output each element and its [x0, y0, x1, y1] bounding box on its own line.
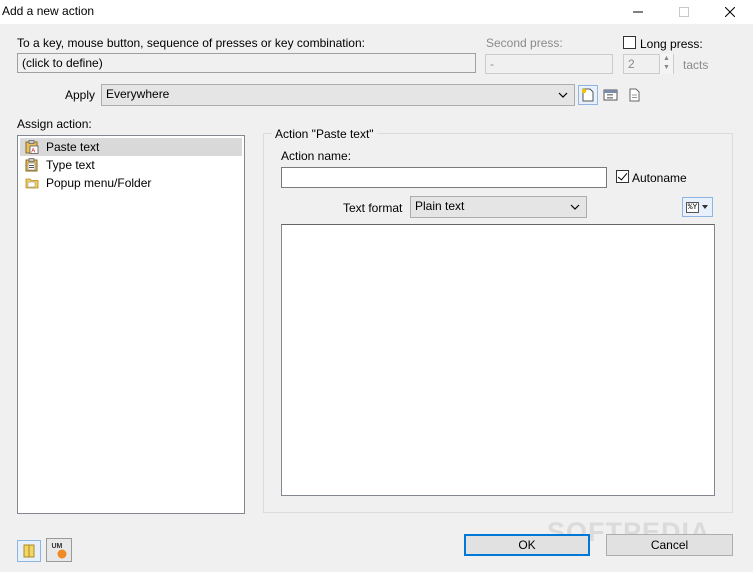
- dropdown-arrow-icon: [702, 204, 709, 209]
- list-item-type-text[interactable]: Type text: [20, 156, 242, 174]
- new-document-icon: [581, 88, 594, 102]
- list-item-label: Paste text: [46, 140, 100, 154]
- minimize-button[interactable]: [615, 0, 661, 24]
- close-icon: [725, 7, 735, 17]
- assign-action-label: Assign action:: [17, 117, 92, 131]
- paste-text-area[interactable]: [281, 224, 715, 496]
- action-name-label: Action name:: [281, 149, 352, 163]
- trigger-define-field[interactable]: (click to define): [17, 53, 476, 73]
- window-properties-icon: [603, 89, 618, 101]
- action-group-title: Action "Paste text": [272, 127, 377, 141]
- text-format-dropdown[interactable]: Plain text: [410, 196, 587, 218]
- autoname-checkbox[interactable]: [616, 170, 629, 183]
- list-item-popup-menu-folder[interactable]: Popup menu/Folder: [20, 174, 242, 192]
- notebook-icon: [23, 544, 35, 558]
- notebook-button[interactable]: [17, 540, 41, 562]
- cancel-button[interactable]: Cancel: [606, 534, 733, 556]
- list-item-paste-text[interactable]: A Paste text: [20, 138, 242, 156]
- type-text-icon: [25, 158, 38, 172]
- window-title: Add a new action: [2, 4, 95, 18]
- minimize-icon: [633, 11, 643, 13]
- chevron-down-icon: [570, 204, 580, 210]
- new-application-button[interactable]: [578, 85, 598, 105]
- tacts-spinner: 2 ▲ ▼: [623, 54, 674, 74]
- um-button[interactable]: UM: [46, 538, 72, 562]
- text-format-selected: Plain text: [415, 199, 465, 213]
- maximize-icon: [679, 7, 689, 17]
- second-press-label: Second press:: [486, 36, 563, 50]
- apply-label: Apply: [65, 88, 96, 102]
- autoname-label: Autoname: [632, 171, 687, 185]
- text-format-label: Text format: [343, 201, 403, 215]
- chevron-down-icon: [558, 92, 568, 98]
- svg-text:A: A: [31, 149, 35, 155]
- tacts-value: 2: [628, 57, 635, 71]
- svg-text:UM: UM: [52, 543, 63, 550]
- application-properties-button[interactable]: [601, 85, 621, 105]
- paste-text-icon: A: [25, 140, 39, 154]
- close-button[interactable]: [707, 0, 753, 24]
- folder-icon: [25, 178, 39, 189]
- document-copy-icon: [629, 88, 640, 102]
- long-press-checkbox[interactable]: [623, 36, 636, 49]
- tacts-spin-buttons: ▲ ▼: [659, 54, 673, 74]
- long-press-label: Long press:: [640, 37, 703, 51]
- copy-application-button[interactable]: [624, 85, 644, 105]
- insert-macro-button[interactable]: %Y: [682, 197, 713, 217]
- maximize-button: [661, 0, 707, 24]
- trigger-label: To a key, mouse button, sequence of pres…: [17, 36, 365, 50]
- macro-variable-icon: %Y: [685, 201, 700, 213]
- action-name-input[interactable]: [281, 167, 607, 188]
- second-press-field: -: [485, 54, 613, 74]
- tacts-label: tacts: [683, 58, 709, 72]
- list-item-label: Type text: [46, 158, 95, 172]
- list-item-label: Popup menu/Folder: [46, 176, 152, 190]
- ok-button[interactable]: OK: [464, 534, 590, 556]
- apply-dropdown[interactable]: Everywhere: [101, 84, 575, 106]
- title-bar: Add a new action: [0, 0, 753, 24]
- action-list[interactable]: A Paste text Type text Popup menu/Folder: [17, 135, 245, 514]
- um-logo-icon: UM: [52, 543, 67, 559]
- apply-selected: Everywhere: [106, 87, 170, 101]
